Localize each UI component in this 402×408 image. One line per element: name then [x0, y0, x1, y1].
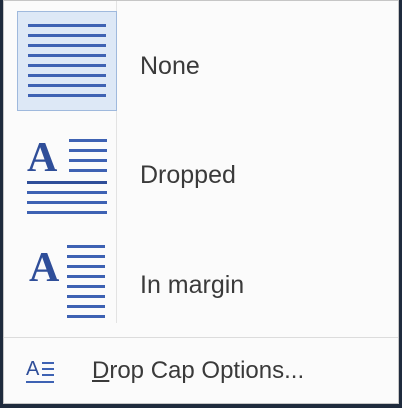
- drop-cap-dropped-label: Dropped: [140, 161, 236, 189]
- drop-cap-none-item[interactable]: None: [4, 9, 398, 119]
- drop-cap-options-item[interactable]: A Drop Cap Options...: [4, 341, 398, 401]
- drop-cap-menu: None A Dropped A In margin A Drop Cap Op…: [3, 0, 399, 404]
- drop-cap-none-icon: [17, 11, 117, 111]
- drop-cap-letter: A: [29, 245, 60, 291]
- drop-cap-dropped-icon: A: [17, 123, 117, 223]
- drop-cap-dropped-item[interactable]: A Dropped: [4, 121, 398, 231]
- drop-cap-options-icon: A: [26, 359, 56, 385]
- drop-cap-options-label: Drop Cap Options...: [92, 357, 305, 384]
- drop-cap-in-margin-label: In margin: [140, 271, 245, 299]
- drop-cap-in-margin-icon: A: [17, 235, 117, 335]
- menu-divider: [4, 337, 398, 338]
- drop-cap-none-label: None: [140, 52, 200, 80]
- drop-cap-in-margin-item[interactable]: A In margin: [4, 233, 398, 343]
